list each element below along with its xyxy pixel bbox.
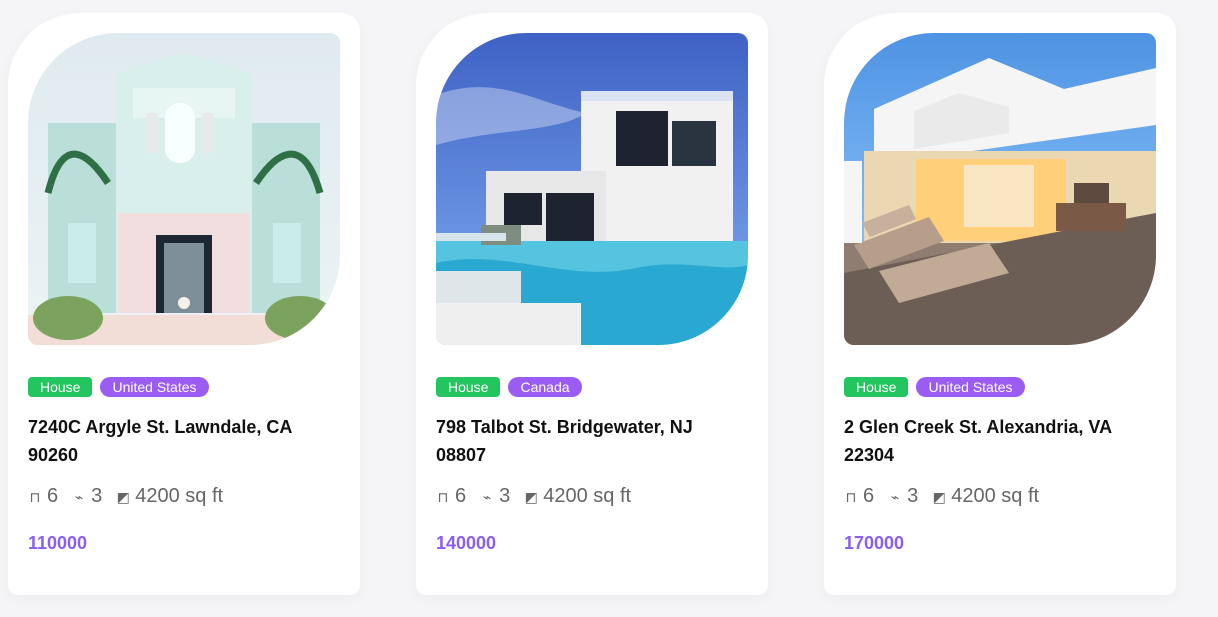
beds-count: 6 (863, 485, 875, 507)
area-icon: ◩ (116, 488, 130, 505)
property-meta: ⊓ 6 ⌁ 3 ◩ 4200 sq ft (844, 485, 1040, 508)
property-price: 170000 (844, 533, 905, 553)
country-badge[interactable]: United States (916, 377, 1025, 397)
bed-icon: ⊓ (437, 488, 449, 505)
baths-meta: ⌁ 3 (888, 485, 918, 508)
beds-meta: ⊓ 6 (844, 485, 875, 508)
beds-count: 6 (47, 485, 59, 507)
property-type-badge[interactable]: House (844, 377, 909, 397)
property-image-1[interactable] (28, 33, 340, 345)
property-type-badge[interactable]: House (28, 377, 93, 397)
country-badge[interactable]: United States (100, 377, 209, 397)
beds-meta: ⊓ 6 (436, 485, 467, 508)
beds-count: 6 (455, 485, 467, 507)
bath-icon: ⌁ (482, 488, 492, 505)
property-card-3[interactable]: House United States 2 Glen Creek St. Ale… (824, 13, 1176, 595)
property-address[interactable]: 798 Talbot St. Bridgewater, NJ 08807 (436, 413, 736, 469)
listing-grid: House United States 7240C Argyle St. Law… (0, 0, 1218, 617)
property-card-2[interactable]: House Canada 798 Talbot St. Bridgewater,… (416, 13, 768, 595)
area-meta: ◩ 4200 sq ft (932, 485, 1039, 508)
property-image-3[interactable] (844, 33, 1156, 345)
property-meta: ⊓ 6 ⌁ 3 ◩ 4200 sq ft (436, 485, 632, 508)
property-price: 110000 (28, 533, 88, 553)
baths-count: 3 (907, 485, 919, 507)
property-photo-1 (28, 33, 340, 345)
property-photo-2 (436, 33, 748, 345)
property-photo-3 (844, 33, 1156, 345)
area-meta: ◩ 4200 sq ft (524, 485, 631, 508)
property-tags-3: House United States (844, 377, 1025, 397)
property-image-2[interactable] (436, 33, 748, 345)
area-icon: ◩ (932, 488, 946, 505)
bed-icon: ⊓ (29, 488, 41, 505)
property-tags-2: House Canada (436, 377, 582, 397)
property-address[interactable]: 7240C Argyle St. Lawndale, CA 90260 (28, 413, 328, 469)
bath-icon: ⌁ (74, 488, 84, 505)
country-badge[interactable]: Canada (508, 377, 582, 397)
bath-icon: ⌁ (890, 488, 900, 505)
property-card-1[interactable]: House United States 7240C Argyle St. Law… (8, 13, 360, 595)
baths-meta: ⌁ 3 (480, 485, 510, 508)
property-type-badge[interactable]: House (436, 377, 501, 397)
property-tags-1: House United States (28, 377, 209, 397)
bed-icon: ⊓ (845, 488, 857, 505)
property-price: 140000 (436, 533, 497, 553)
beds-meta: ⊓ 6 (28, 485, 59, 508)
baths-meta: ⌁ 3 (72, 485, 102, 508)
area-size: 4200 sq ft (951, 485, 1040, 507)
area-icon: ◩ (524, 488, 538, 505)
baths-count: 3 (91, 485, 103, 507)
area-meta: ◩ 4200 sq ft (116, 485, 223, 508)
baths-count: 3 (499, 485, 511, 507)
area-size: 4200 sq ft (135, 485, 224, 507)
area-size: 4200 sq ft (543, 485, 632, 507)
property-address[interactable]: 2 Glen Creek St. Alexandria, VA 22304 (844, 413, 1144, 469)
property-meta: ⊓ 6 ⌁ 3 ◩ 4200 sq ft (28, 485, 224, 508)
